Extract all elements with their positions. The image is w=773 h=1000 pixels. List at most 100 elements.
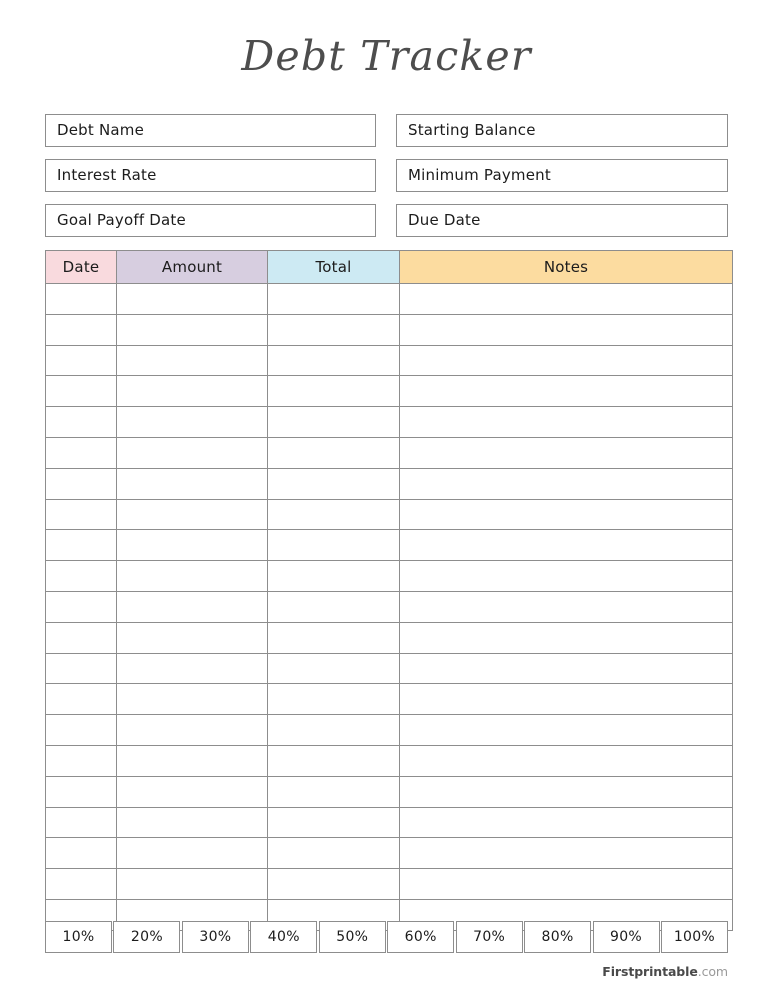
cell-date[interactable] bbox=[45, 868, 117, 900]
cell-date[interactable] bbox=[45, 652, 117, 685]
cell-notes[interactable] bbox=[399, 775, 733, 808]
cell-date[interactable] bbox=[45, 590, 117, 623]
cell-date[interactable] bbox=[45, 498, 117, 531]
cell-total[interactable] bbox=[267, 683, 400, 716]
cell-amount[interactable] bbox=[116, 529, 268, 562]
cell-date[interactable] bbox=[45, 837, 117, 870]
cell-notes[interactable] bbox=[399, 560, 733, 592]
cell-total[interactable] bbox=[267, 375, 400, 408]
cell-amount[interactable] bbox=[116, 344, 268, 377]
cell-date[interactable] bbox=[45, 621, 117, 654]
cell-amount[interactable] bbox=[116, 806, 268, 839]
cell-date[interactable] bbox=[45, 529, 117, 562]
cell-amount[interactable] bbox=[116, 868, 268, 900]
progress-marker-30pct[interactable]: 30% bbox=[181, 921, 249, 953]
cell-amount[interactable] bbox=[116, 313, 268, 346]
cell-total[interactable] bbox=[267, 714, 400, 746]
due-date-field[interactable]: Due Date bbox=[396, 204, 728, 237]
starting-balance-field[interactable]: Starting Balance bbox=[396, 114, 728, 147]
cell-notes[interactable] bbox=[399, 498, 733, 531]
cell-total[interactable] bbox=[267, 560, 400, 592]
debt-name-field[interactable]: Debt Name bbox=[45, 114, 376, 147]
cell-notes[interactable] bbox=[399, 806, 733, 839]
cell-amount[interactable] bbox=[116, 498, 268, 531]
cell-notes[interactable] bbox=[399, 837, 733, 870]
progress-marker-80pct[interactable]: 80% bbox=[524, 921, 592, 953]
cell-amount[interactable] bbox=[116, 714, 268, 746]
progress-marker-60pct[interactable]: 60% bbox=[387, 921, 455, 953]
cell-date[interactable] bbox=[45, 283, 117, 315]
cell-notes[interactable] bbox=[399, 714, 733, 746]
cell-total[interactable] bbox=[267, 406, 400, 438]
cell-date[interactable] bbox=[45, 775, 117, 808]
cell-notes[interactable] bbox=[399, 652, 733, 685]
cell-total[interactable] bbox=[267, 621, 400, 654]
cell-amount[interactable] bbox=[116, 652, 268, 685]
cell-notes[interactable] bbox=[399, 344, 733, 377]
cell-amount[interactable] bbox=[116, 406, 268, 438]
cell-date[interactable] bbox=[45, 683, 117, 716]
cell-total[interactable] bbox=[267, 744, 400, 777]
table-row bbox=[45, 406, 733, 438]
cell-date[interactable] bbox=[45, 313, 117, 346]
cell-total[interactable] bbox=[267, 467, 400, 500]
cell-date[interactable] bbox=[45, 714, 117, 746]
cell-amount[interactable] bbox=[116, 467, 268, 500]
progress-marker-label: 60% bbox=[404, 929, 437, 945]
progress-marker-70pct[interactable]: 70% bbox=[455, 921, 523, 953]
cell-total[interactable] bbox=[267, 868, 400, 900]
cell-amount[interactable] bbox=[116, 744, 268, 777]
cell-notes[interactable] bbox=[399, 529, 733, 562]
cell-notes[interactable] bbox=[399, 283, 733, 315]
cell-total[interactable] bbox=[267, 529, 400, 562]
cell-notes[interactable] bbox=[399, 744, 733, 777]
interest-rate-field[interactable]: Interest Rate bbox=[45, 159, 376, 192]
cell-notes[interactable] bbox=[399, 683, 733, 716]
column-header-amount: Amount bbox=[116, 250, 268, 284]
progress-marker-100pct[interactable]: 100% bbox=[660, 921, 728, 953]
cell-notes[interactable] bbox=[399, 467, 733, 500]
minimum-payment-field[interactable]: Minimum Payment bbox=[396, 159, 728, 192]
cell-notes[interactable] bbox=[399, 621, 733, 654]
progress-marker-50pct[interactable]: 50% bbox=[318, 921, 386, 953]
info-field-row: Interest Rate Minimum Payment bbox=[45, 159, 728, 192]
cell-total[interactable] bbox=[267, 837, 400, 870]
cell-total[interactable] bbox=[267, 590, 400, 623]
progress-marker-10pct[interactable]: 10% bbox=[45, 921, 112, 953]
cell-notes[interactable] bbox=[399, 313, 733, 346]
cell-notes[interactable] bbox=[399, 590, 733, 623]
cell-date[interactable] bbox=[45, 436, 117, 469]
cell-date[interactable] bbox=[45, 467, 117, 500]
cell-notes[interactable] bbox=[399, 868, 733, 900]
cell-total[interactable] bbox=[267, 313, 400, 346]
cell-date[interactable] bbox=[45, 560, 117, 592]
cell-notes[interactable] bbox=[399, 375, 733, 408]
cell-amount[interactable] bbox=[116, 775, 268, 808]
cell-date[interactable] bbox=[45, 344, 117, 377]
cell-amount[interactable] bbox=[116, 837, 268, 870]
cell-date[interactable] bbox=[45, 406, 117, 438]
cell-notes[interactable] bbox=[399, 406, 733, 438]
progress-marker-40pct[interactable]: 40% bbox=[250, 921, 318, 953]
cell-date[interactable] bbox=[45, 806, 117, 839]
cell-total[interactable] bbox=[267, 806, 400, 839]
cell-amount[interactable] bbox=[116, 590, 268, 623]
cell-amount[interactable] bbox=[116, 436, 268, 469]
cell-total[interactable] bbox=[267, 775, 400, 808]
cell-total[interactable] bbox=[267, 283, 400, 315]
cell-total[interactable] bbox=[267, 498, 400, 531]
progress-marker-90pct[interactable]: 90% bbox=[592, 921, 660, 953]
cell-date[interactable] bbox=[45, 375, 117, 408]
cell-total[interactable] bbox=[267, 652, 400, 685]
cell-amount[interactable] bbox=[116, 375, 268, 408]
cell-total[interactable] bbox=[267, 436, 400, 469]
cell-date[interactable] bbox=[45, 744, 117, 777]
cell-amount[interactable] bbox=[116, 621, 268, 654]
goal-payoff-date-field[interactable]: Goal Payoff Date bbox=[45, 204, 376, 237]
cell-amount[interactable] bbox=[116, 683, 268, 716]
progress-marker-20pct[interactable]: 20% bbox=[113, 921, 181, 953]
cell-total[interactable] bbox=[267, 344, 400, 377]
cell-notes[interactable] bbox=[399, 436, 733, 469]
cell-amount[interactable] bbox=[116, 283, 268, 315]
cell-amount[interactable] bbox=[116, 560, 268, 592]
